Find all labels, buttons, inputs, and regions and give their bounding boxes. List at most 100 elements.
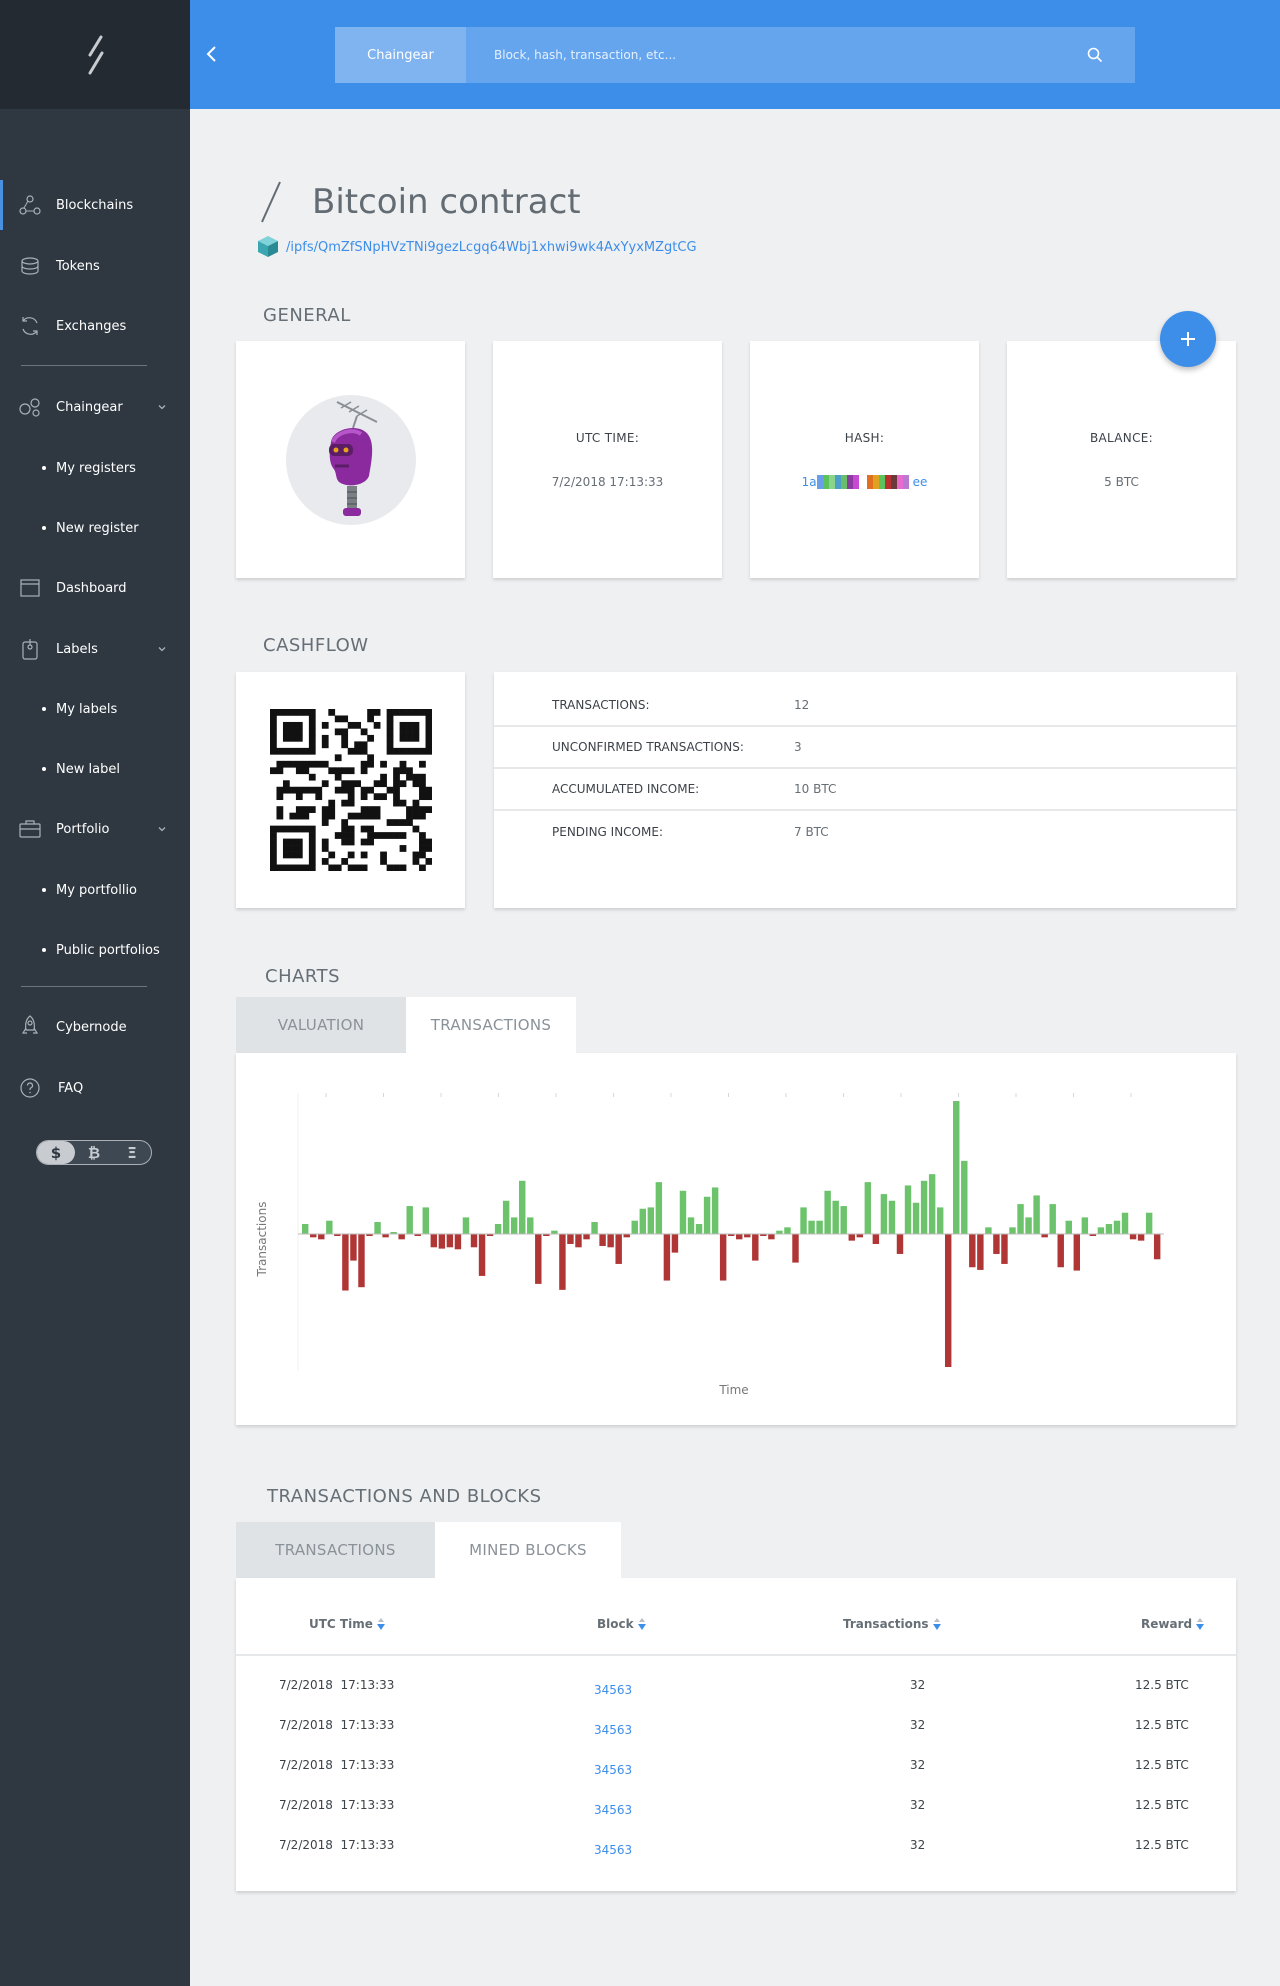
column-header-reward[interactable]: Reward xyxy=(1141,1617,1205,1631)
currency-usd[interactable]: $ xyxy=(37,1141,75,1164)
chart-bar xyxy=(502,1200,510,1234)
chart-bar xyxy=(880,1194,888,1234)
chart-bar xyxy=(1137,1234,1145,1241)
utc-time-label: UTC TIME: xyxy=(575,430,640,445)
sidebar-item-dashboard[interactable]: Dashboard xyxy=(0,568,190,608)
chart-bar xyxy=(342,1234,349,1291)
chart-bar xyxy=(961,1160,968,1234)
cell-block-link[interactable]: 34563 xyxy=(594,1683,632,1697)
bullet-icon xyxy=(42,466,46,470)
table-header-divider xyxy=(236,1654,1236,1656)
chart-bar xyxy=(808,1220,815,1234)
qr-card xyxy=(236,672,465,908)
bullet-icon xyxy=(42,767,46,771)
sidebar-item-cybernode[interactable]: Cybernode xyxy=(0,1007,190,1047)
column-header-transactions[interactable]: Transactions xyxy=(843,1617,941,1631)
sidebar-item-public-portfolios[interactable]: Public portfolios xyxy=(0,935,190,965)
column-header-block[interactable]: Block xyxy=(597,1617,646,1631)
hash-prefix: 1a xyxy=(801,474,817,489)
cell-block-link[interactable]: 34563 xyxy=(594,1763,632,1777)
currency-eth[interactable]: Ξ xyxy=(113,1141,151,1164)
sidebar-item-blockchains[interactable]: Blockchains xyxy=(0,180,190,230)
tab-mined-blocks[interactable]: MINED BLOCKS xyxy=(435,1522,621,1578)
sidebar-divider xyxy=(21,986,147,987)
column-header-utc-time[interactable]: UTC Time xyxy=(309,1617,385,1631)
tab-transactions[interactable]: TRANSACTIONS xyxy=(236,1522,435,1578)
sidebar-divider xyxy=(21,365,147,366)
sort-icon xyxy=(932,1618,941,1630)
search-input[interactable] xyxy=(466,27,1075,83)
sidebar-item-faq[interactable]: FAQ xyxy=(0,1068,190,1108)
chart-bar xyxy=(631,1220,638,1234)
sidebar-item-new-register[interactable]: New register xyxy=(0,513,190,543)
chart-bar xyxy=(953,1101,960,1234)
search-scope-tag[interactable]: Chaingear xyxy=(335,27,466,83)
sidebar-item-my-portfollio[interactable]: My portfollio xyxy=(0,875,190,905)
robot-avatar xyxy=(285,394,416,525)
cell-time: 7/2/2018 17:13:33 xyxy=(279,1798,395,1812)
chevron-down-icon xyxy=(158,827,166,832)
cell-transactions: 32 xyxy=(910,1798,926,1812)
dashboard-icon xyxy=(19,577,41,599)
hash-value[interactable]: 1a ee xyxy=(801,474,927,489)
chart-bar xyxy=(985,1227,992,1234)
chart-bar xyxy=(1073,1234,1081,1271)
chart-bar xyxy=(406,1206,413,1234)
cell-block-link[interactable]: 34563 xyxy=(594,1843,632,1857)
chart-bar xyxy=(1049,1204,1056,1234)
logo[interactable] xyxy=(0,0,190,109)
tab-valuation[interactable]: VALUATION xyxy=(236,997,406,1053)
plus-icon xyxy=(1181,332,1195,346)
chart-bar xyxy=(768,1234,775,1240)
sidebar-item-my-labels[interactable]: My labels xyxy=(0,694,190,724)
chart-bar xyxy=(519,1180,526,1234)
column-label: Reward xyxy=(1141,1617,1193,1631)
cell-reward: 12.5 BTC xyxy=(1135,1718,1189,1732)
currency-btc[interactable]: ₿ xyxy=(75,1141,113,1164)
chart-bar xyxy=(1057,1234,1064,1268)
chevron-down-icon xyxy=(158,405,166,410)
tab-transactions-chart[interactable]: TRANSACTIONS xyxy=(406,997,576,1053)
chart-bar xyxy=(1153,1234,1161,1260)
sidebar-item-my-registers[interactable]: My registers xyxy=(0,453,190,483)
sidebar-item-exchanges[interactable]: Exchanges xyxy=(0,306,190,346)
cell-reward: 12.5 BTC xyxy=(1135,1798,1189,1812)
chart-bar xyxy=(639,1208,646,1234)
sidebar-item-portfolio[interactable]: Portfolio xyxy=(0,809,190,849)
chart-bar xyxy=(736,1234,743,1240)
cell-time: 7/2/2018 17:13:33 xyxy=(279,1838,395,1852)
chart-bar xyxy=(510,1217,518,1235)
chart-bar xyxy=(872,1234,880,1244)
cell-block-link[interactable]: 34563 xyxy=(594,1803,632,1817)
chart-bar xyxy=(326,1220,333,1234)
chart-bar xyxy=(703,1196,711,1234)
back-button[interactable] xyxy=(204,44,220,64)
sidebar-item-tokens[interactable]: Tokens xyxy=(0,246,190,286)
sidebar-item-label: Chaingear xyxy=(56,399,123,415)
chart-bar xyxy=(1001,1234,1008,1264)
sidebar-item-chaingear[interactable]: Chaingear xyxy=(0,387,190,427)
search-button[interactable] xyxy=(1075,27,1115,83)
sidebar-item-new-label[interactable]: New label xyxy=(0,754,190,784)
section-title-cashflow: CASHFLOW xyxy=(263,635,369,656)
chart-bar xyxy=(1113,1220,1121,1234)
chart-bar xyxy=(816,1220,823,1234)
add-button[interactable] xyxy=(1160,311,1216,367)
currency-toggle[interactable]: $ ₿ Ξ xyxy=(36,1140,152,1165)
x-axis-label: Time xyxy=(718,1383,748,1397)
y-axis-label: Transactions xyxy=(255,1202,269,1278)
chart-bar xyxy=(1025,1217,1032,1235)
chart-bar xyxy=(302,1224,309,1234)
sidebar-item-label: Portfolio xyxy=(56,821,110,837)
chart-bar xyxy=(1105,1224,1113,1234)
page-title: Bitcoin contract xyxy=(312,182,581,222)
cashflow-value: 7 BTC xyxy=(794,825,829,839)
chart-bar xyxy=(318,1234,325,1240)
cell-block-link[interactable]: 34563 xyxy=(594,1723,632,1737)
blockchain-icon xyxy=(19,194,41,216)
chart-bar xyxy=(969,1234,976,1268)
sidebar-item-labels[interactable]: Labels xyxy=(0,629,190,669)
ipfs-link[interactable]: /ipfs/QmZfSNpHVzTNi9gezLcgq64Wbj1xhwi9wk… xyxy=(286,240,697,255)
hash-label: HASH: xyxy=(844,430,885,445)
chart-bar xyxy=(1129,1234,1137,1240)
